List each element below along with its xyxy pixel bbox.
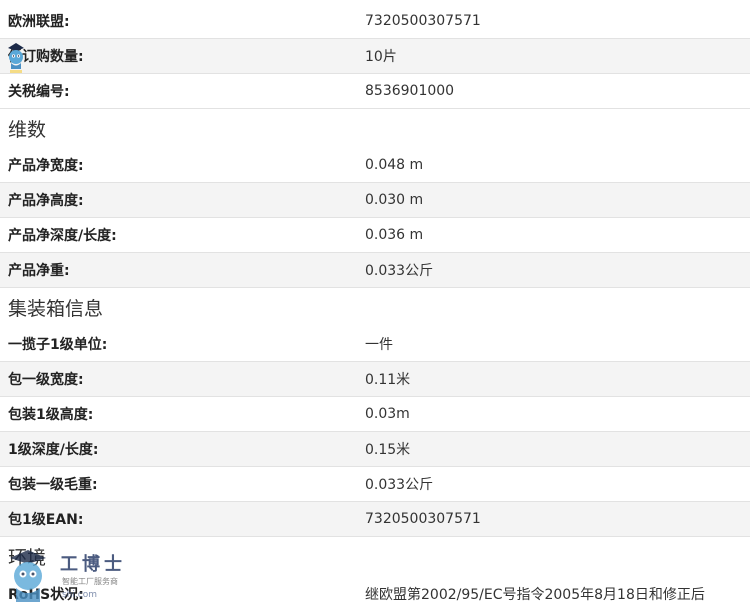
spec-row-min-order: 低订购数量: 10片 [0, 39, 750, 74]
spec-value: 0.048 m [365, 157, 424, 173]
section-title-container: 集装箱信息 [8, 298, 104, 320]
spec-row-tariff: 关税编号: 8536901000 [0, 74, 750, 109]
section-title-environment: 环境 [8, 547, 47, 569]
spec-value: 7320500307571 [365, 511, 481, 527]
spec-row-pkg-gross-weight: 包装一级毛重: 0.033公斤 [0, 467, 750, 502]
spec-label: 产品净高度: [8, 193, 84, 209]
spec-label: 关税编号: [8, 84, 70, 100]
spec-value: 0.03m [365, 406, 410, 422]
spec-label: 包一级宽度: [8, 372, 84, 388]
spec-row-pkg-ean: 包1级EAN: 7320500307571 [0, 502, 750, 537]
spec-value: 一件 [365, 337, 393, 353]
spec-value: 0.033公斤 [365, 477, 434, 493]
spec-label: 欧洲联盟: [8, 14, 70, 30]
spec-label: 低订购数量: [8, 49, 84, 65]
spec-row-pkg-depth: 1级深度/长度: 0.15米 [0, 432, 750, 467]
spec-label: 包装1级高度: [8, 407, 94, 423]
spec-row-eu: 欧洲联盟: 7320500307571 [0, 4, 750, 39]
spec-row-net-height: 产品净高度: 0.030 m [0, 183, 750, 218]
spec-row-net-weight: 产品净重: 0.033公斤 [0, 253, 750, 288]
spec-label: 1级深度/长度: [8, 442, 99, 458]
spec-label: RoHS状况: [8, 586, 84, 603]
spec-value: 0.036 m [365, 227, 424, 243]
section-title-dimensions: 维数 [8, 119, 47, 141]
spec-label: 产品净深度/长度: [8, 228, 117, 244]
spec-value: 0.030 m [365, 192, 424, 208]
spec-row-net-width: 产品净宽度: 0.048 m [0, 148, 750, 183]
spec-row-pkg-height: 包装1级高度: 0.03m [0, 397, 750, 432]
spec-label: 产品净重: [8, 263, 70, 279]
spec-row-rohs: RoHS状况: 继欧盟第2002/95/EC号指令2005年8月18日和修正后 [0, 576, 750, 611]
spec-value: 10片 [365, 49, 397, 65]
spec-label: 一揽子1级单位: [8, 337, 108, 353]
spec-row-net-depth: 产品净深度/长度: 0.036 m [0, 218, 750, 253]
spec-row-pkg-width: 包一级宽度: 0.11米 [0, 362, 750, 397]
spec-table: 欧洲联盟: 7320500307571 低订购数量: 10片 关税编号: 853… [0, 4, 750, 611]
mascot-logo-icon [8, 43, 24, 73]
spec-value: 0.11米 [365, 372, 411, 388]
spec-value: 继欧盟第2002/95/EC号指令2005年8月18日和修正后 [365, 586, 705, 603]
spec-value: 0.15米 [365, 442, 411, 458]
spec-value: 7320500307571 [365, 13, 481, 29]
spec-label: 包装一级毛重: [8, 477, 98, 493]
spec-row-pkg-unit: 一揽子1级单位: 一件 [0, 327, 750, 362]
spec-label: 产品净宽度: [8, 158, 84, 174]
spec-value: 8536901000 [365, 83, 455, 99]
spec-label: 包1级EAN: [8, 512, 84, 528]
spec-value: 0.033公斤 [365, 263, 434, 279]
